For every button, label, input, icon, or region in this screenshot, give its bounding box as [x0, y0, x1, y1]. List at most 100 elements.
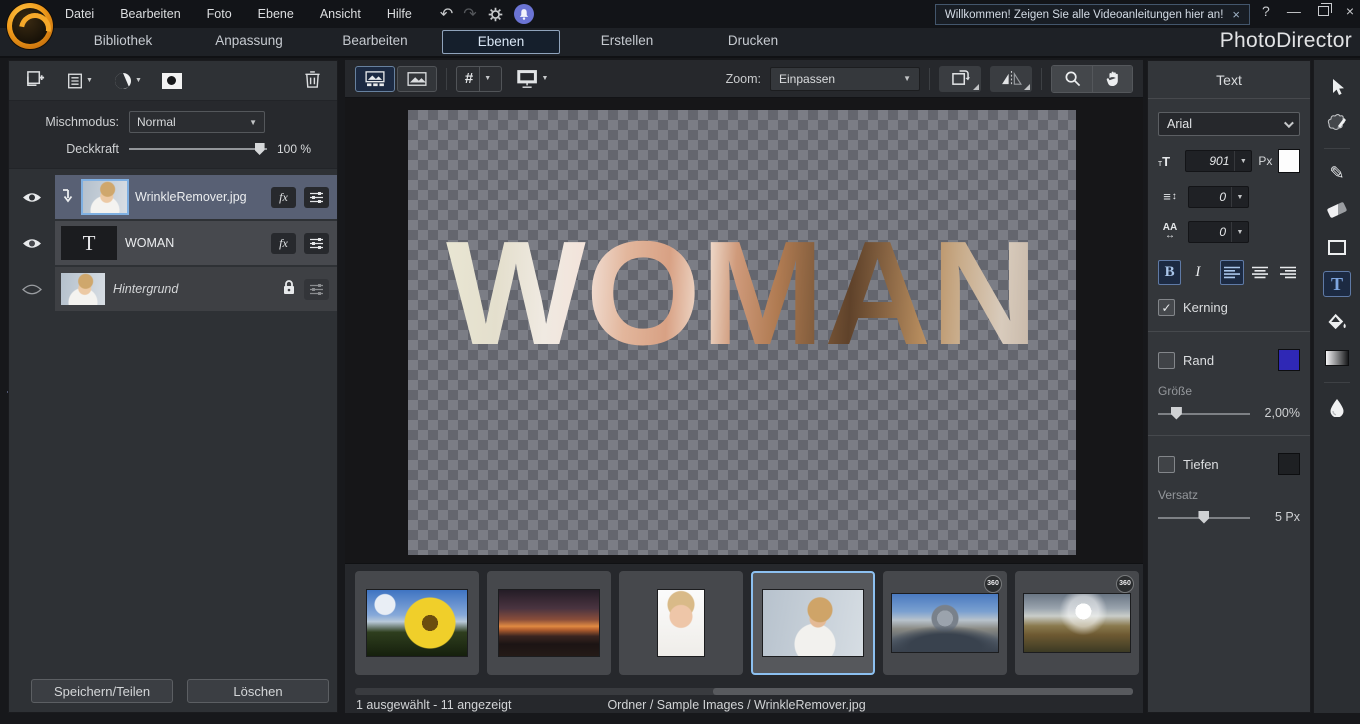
opacity-slider[interactable]	[129, 143, 267, 155]
tab-drucken[interactable]: Drucken	[690, 30, 816, 54]
blend-options: Mischmodus: Normal ▼ Deckkraft 100 %	[9, 101, 337, 169]
filmstrip-item-pano-landscape[interactable]: 360	[1015, 571, 1139, 675]
menu-hilfe[interactable]: Hilfe	[387, 7, 412, 21]
border-color-swatch[interactable]	[1278, 349, 1300, 371]
magnifier-zoom-tool-icon[interactable]	[1052, 66, 1092, 92]
layer-visibility-eye-icon[interactable]	[9, 191, 55, 204]
tab-erstellen[interactable]: Erstellen	[564, 30, 690, 54]
shape-rectangle-tool-icon[interactable]	[1323, 234, 1351, 260]
tab-bearbeiten[interactable]: Bearbeiten	[312, 30, 438, 54]
text-layer-thumbnail[interactable]: T	[61, 226, 117, 260]
filmstrip-item-sunset[interactable]	[487, 571, 611, 675]
gradient-tool-icon[interactable]	[1323, 345, 1351, 371]
eraser-tool-icon[interactable]	[1323, 197, 1351, 223]
delete-layer-trash-icon[interactable]	[304, 70, 321, 92]
save-share-button[interactable]: Speichern/Teilen	[31, 679, 173, 703]
dropdown-arrow-icon[interactable]: ▼	[1234, 151, 1251, 171]
layer-adjust-sliders-icon[interactable]	[304, 233, 329, 254]
notifications-bell-icon[interactable]	[514, 4, 534, 24]
grid-icon: #	[465, 70, 473, 87]
delete-button[interactable]: Löschen	[187, 679, 329, 703]
select-pointer-tool-icon[interactable]	[1323, 74, 1351, 100]
paint-bucket-tool-icon[interactable]	[1323, 308, 1351, 334]
layer-visibility-eye-icon[interactable]	[9, 237, 55, 250]
menu-datei[interactable]: Datei	[65, 7, 94, 21]
filmstrip-item-sunflower[interactable]	[355, 571, 479, 675]
breadcrumb-path: Ordner / Sample Images / WrinkleRemover.…	[607, 698, 865, 712]
filmstrip-item-wrinkleremover-selected[interactable]	[751, 571, 875, 675]
close-button[interactable]: ×	[1346, 3, 1354, 19]
clone-heal-brush-tool-icon[interactable]	[1323, 111, 1351, 137]
layer-menu-icon[interactable]: ▼	[66, 72, 93, 90]
layer-row-hintergrund[interactable]: Hintergrund	[9, 267, 337, 311]
text-color-swatch[interactable]	[1278, 149, 1300, 173]
menu-ebene[interactable]: Ebene	[258, 7, 294, 21]
undo-icon[interactable]: ↶	[440, 4, 453, 24]
align-left-button[interactable]	[1220, 260, 1243, 285]
pencil-tool-icon[interactable]: ✎	[1323, 160, 1351, 186]
document-canvas[interactable]: WOMAN	[408, 110, 1076, 555]
grid-overlay-button[interactable]: # ▼	[456, 66, 502, 92]
dropdown-arrow-icon: ▼	[249, 118, 257, 127]
layer-thumbnail[interactable]	[83, 181, 127, 213]
zoom-dropdown[interactable]: Einpassen ▼	[770, 67, 920, 91]
line-spacing-value: 0	[1189, 187, 1231, 207]
flip-button[interactable]	[990, 66, 1032, 92]
layer-thumbnail[interactable]	[61, 273, 105, 305]
filmstrip-scrollbar-thumb[interactable]	[713, 688, 1133, 695]
border-checkbox-unchecked[interactable]	[1158, 352, 1175, 369]
canvas-viewport[interactable]: WOMAN	[345, 98, 1143, 563]
layer-row-woman-text[interactable]: T WOMAN fx	[9, 221, 337, 265]
align-center-button[interactable]	[1249, 260, 1272, 285]
font-family-dropdown[interactable]: Arial	[1158, 112, 1300, 136]
kerning-checkbox-checked[interactable]: ✓	[1158, 299, 1175, 316]
help-button[interactable]: ?	[1262, 3, 1270, 19]
italic-button[interactable]: I	[1186, 260, 1209, 285]
filmstrip-scrollbar[interactable]	[355, 688, 1133, 695]
rotate-button[interactable]	[939, 66, 981, 92]
text-tool-icon-active[interactable]: T	[1323, 271, 1351, 297]
shadow-checkbox-unchecked[interactable]	[1158, 456, 1175, 473]
dropdown-arrow-icon: ▼	[903, 74, 911, 83]
layer-mask-icon[interactable]	[162, 73, 182, 89]
display-proof-button[interactable]: ▼	[511, 66, 553, 92]
font-size-input[interactable]: 901 ▼	[1185, 150, 1252, 172]
minimize-button[interactable]: —	[1287, 3, 1301, 19]
adjustment-layer-icon[interactable]: ▼	[113, 71, 142, 91]
view-mode-single-button[interactable]	[397, 66, 437, 92]
filmstrip-item-pano-ruins[interactable]: 360	[883, 571, 1007, 675]
character-spacing-input[interactable]: 0 ▼	[1188, 221, 1249, 243]
settings-gear-icon[interactable]	[487, 6, 504, 23]
shadow-color-swatch[interactable]	[1278, 453, 1300, 475]
dropdown-arrow-icon[interactable]: ▼	[1231, 187, 1248, 207]
layer-fx-button[interactable]: fx	[271, 233, 296, 254]
tab-anpassung[interactable]: Anpassung	[186, 30, 312, 54]
menu-foto[interactable]: Foto	[207, 7, 232, 21]
layer-lock-icon[interactable]	[282, 279, 296, 299]
menu-ansicht[interactable]: Ansicht	[320, 7, 361, 21]
filmstrip-item-laughing-woman[interactable]	[619, 571, 743, 675]
menu-bearbeiten[interactable]: Bearbeiten	[120, 7, 180, 21]
add-layer-icon[interactable]	[25, 70, 46, 92]
bold-button[interactable]: B	[1158, 260, 1181, 285]
layer-row-wrinkleremover[interactable]: WrinkleRemover.jpg fx	[9, 175, 337, 219]
restore-button[interactable]	[1318, 6, 1329, 16]
line-spacing-input[interactable]: 0 ▼	[1188, 186, 1249, 208]
canvas-text-woman[interactable]: WOMAN	[446, 220, 1038, 555]
layer-visibility-eye-icon-off[interactable]	[9, 283, 55, 296]
layer-adjust-sliders-icon[interactable]	[304, 187, 329, 208]
blend-mode-dropdown[interactable]: Normal ▼	[129, 111, 265, 133]
dropdown-arrow-icon[interactable]: ▼	[1231, 222, 1248, 242]
blur-drop-tool-icon[interactable]	[1323, 394, 1351, 420]
align-right-button[interactable]	[1277, 260, 1300, 285]
redo-icon[interactable]: ↷	[463, 4, 476, 24]
border-size-slider[interactable]	[1158, 407, 1250, 420]
tooltip-close-icon[interactable]: ×	[1232, 7, 1240, 22]
shadow-offset-slider[interactable]	[1158, 511, 1250, 524]
hand-pan-tool-icon[interactable]	[1092, 66, 1132, 92]
tab-ebenen[interactable]: Ebenen	[442, 30, 560, 54]
grid-dropdown-icon[interactable]: ▼	[484, 75, 491, 82]
view-mode-with-filmstrip-button[interactable]	[355, 66, 395, 92]
tab-bibliothek[interactable]: Bibliothek	[60, 30, 186, 54]
layer-fx-button[interactable]: fx	[271, 187, 296, 208]
